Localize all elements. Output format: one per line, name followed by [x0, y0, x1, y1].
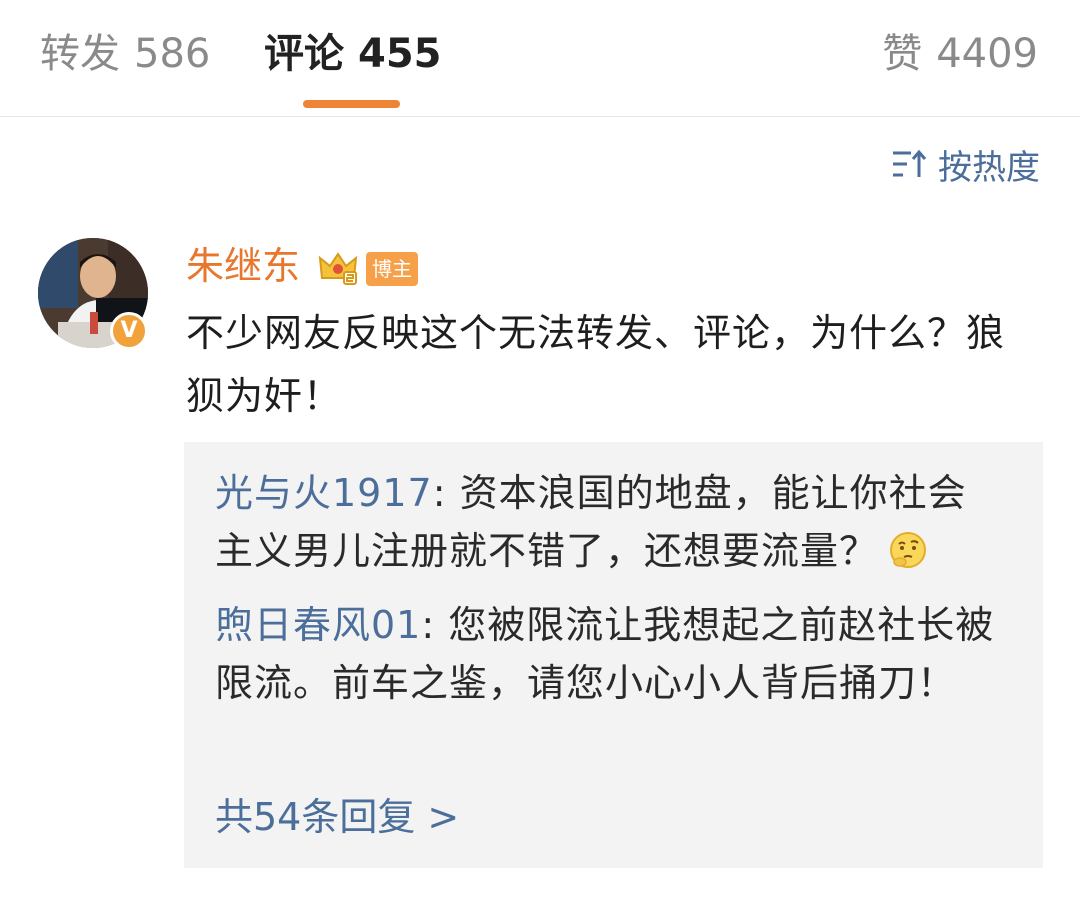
replies-box[interactable]: 光与火1917: 资本浪国的地盘，能让你社会主义男儿注册就不错了，还想要流量？ … [184, 442, 1043, 868]
sort-label: 按热度 [938, 147, 1040, 188]
verified-badge-icon: V [110, 312, 148, 350]
tab-like[interactable]: 赞 4409 [882, 28, 1038, 80]
thinking-emoji-icon [890, 532, 927, 568]
tab-like-label: 赞 [882, 31, 923, 77]
tab-bar: 转发 586 评论 455 赞 4409 [0, 0, 1080, 117]
tab-comment[interactable]: 评论 455 [264, 28, 442, 80]
tab-comment-label: 评论 [264, 31, 344, 77]
active-tab-indicator [303, 100, 400, 108]
comment-text: 不少网友反映这个无法转发、评论，为什么？狼狈为奸！ [186, 311, 1006, 418]
view-all-replies-link[interactable]: 共54条回复 > [215, 792, 459, 842]
tab-comment-count: 455 [358, 31, 442, 77]
author-badge: 博主 [366, 252, 418, 286]
reply-separator: : [432, 471, 460, 515]
tab-repost-label: 转发 [40, 31, 120, 77]
tab-repost-count: 586 [134, 31, 211, 77]
crown-icon [318, 252, 358, 285]
tab-repost[interactable]: 转发 586 [40, 28, 210, 80]
comment-username[interactable]: 朱继东 [186, 242, 300, 290]
reply-username[interactable]: 煦日春风01 [215, 603, 421, 647]
weibo-comments-page: 转发 586 评论 455 赞 4409 按热度 V 朱继东 博主 不少网友反映… [0, 0, 1080, 899]
sort-by-hot-button[interactable]: 按热度 [892, 140, 1040, 188]
reply-item: 光与火1917: 资本浪国的地盘，能让你社会主义男儿注册就不错了，还想要流量？ [215, 464, 1005, 580]
sort-icon [893, 149, 926, 177]
reply-username[interactable]: 光与火1917 [215, 471, 433, 515]
reply-separator: : [421, 603, 449, 647]
tab-like-count: 4409 [936, 31, 1038, 77]
reply-item: 煦日春风01: 您被限流让我想起之前赵社长被限流。前车之鉴，请您小心小人背后捅刀… [215, 596, 1005, 712]
